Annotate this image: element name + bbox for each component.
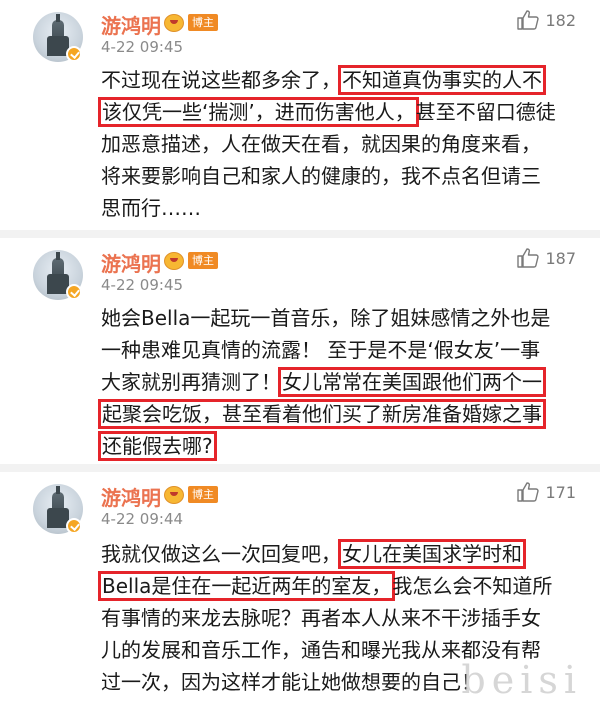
avatar-image bbox=[47, 14, 69, 56]
comment-line: 不过现在说这些都多余了，不知道真伪事实的人不 bbox=[101, 64, 546, 96]
text-segment: 她会Bella一起玩一首音乐，除了姐妹感情之外也是 bbox=[101, 306, 551, 330]
author-name[interactable]: 游鸿明 bbox=[101, 248, 161, 277]
author-badge: 博主 bbox=[188, 14, 218, 31]
divider bbox=[0, 230, 600, 238]
highlighted-text: Bella是住在一起近两年的室友， bbox=[98, 571, 396, 601]
comment-line: 加恶意描述，人在做天在看，就因果的角度来看， bbox=[101, 128, 541, 160]
highlighted-text: 该仅凭一些‘揣测’，进而伤害他人， bbox=[98, 97, 419, 127]
like-button[interactable]: 182 bbox=[517, 10, 576, 30]
author-badge: 博主 bbox=[188, 486, 218, 503]
like-count: 171 bbox=[545, 482, 576, 502]
text-segment: 加恶意描述，人在做天在看，就因果的角度来看， bbox=[101, 132, 541, 156]
verified-icon bbox=[66, 284, 82, 300]
text-segment: 将来要影响自己和家人的健康的，我不点名但请三 bbox=[101, 164, 541, 188]
comment-line: 她会Bella一起玩一首音乐，除了姐妹感情之外也是 bbox=[101, 302, 550, 334]
comment-line: Bella是住在一起近两年的室友，我怎么会不知道所 bbox=[98, 570, 553, 602]
like-count: 182 bbox=[545, 10, 576, 30]
like-button[interactable]: 187 bbox=[517, 248, 576, 268]
text-segment: 过一次，因为这样才能让她做想要的自己！ bbox=[101, 670, 481, 694]
comment-text: 她会Bella一起玩一首音乐，除了姐妹感情之外也是 一种患难见真情的流露！ 至于是… bbox=[98, 300, 579, 468]
verified-icon bbox=[66, 46, 82, 62]
comment-line: 起聚会吃饭，甚至看着他们买了新房准备婚嫁之事 bbox=[98, 398, 546, 430]
author-badge: 博主 bbox=[188, 252, 218, 269]
comment-line: 该仅凭一些‘揣测’，进而伤害他人，甚至不留口德徒 bbox=[98, 96, 556, 128]
highlighted-text: 起聚会吃饭，甚至看着他们买了新房准备婚嫁之事 bbox=[98, 399, 546, 429]
verified-icon bbox=[66, 518, 82, 534]
text-segment: 我就仅做这么一次回复吧， bbox=[101, 542, 341, 566]
thumbs-up-icon bbox=[517, 10, 540, 30]
comment-line: 一种患难见真情的流露！ 至于是不是‘假女友’一事 bbox=[101, 334, 540, 366]
timestamp: 4-22 09:45 bbox=[101, 38, 184, 56]
highlighted-text: 女儿常常在美国跟他们两个一 bbox=[278, 367, 546, 397]
comment-line: 将来要影响自己和家人的健康的，我不点名但请三 bbox=[101, 160, 541, 192]
membership-icon bbox=[164, 252, 184, 270]
comment-line: 思而行…… bbox=[101, 192, 201, 224]
divider bbox=[0, 464, 600, 472]
membership-icon bbox=[164, 486, 184, 504]
comment-item: 游鸿明 博主 4-22 09:45 187 她会Bella一起玩一首音乐，除了姐妹感情之… bbox=[0, 238, 600, 464]
author-name[interactable]: 游鸿明 bbox=[101, 482, 161, 511]
like-button[interactable]: 171 bbox=[517, 482, 576, 502]
text-segment: 一种患难见真情的流露！ 至于是不是‘假女友’一事 bbox=[101, 338, 541, 362]
comment-line: 大家就别再猜测了！女儿常常在美国跟他们两个一 bbox=[101, 366, 546, 398]
comment-line: 过一次，因为这样才能让她做想要的自己！ bbox=[101, 666, 481, 698]
like-count: 187 bbox=[545, 248, 576, 268]
thumbs-up-icon bbox=[517, 248, 540, 268]
comment-line: 有事情的来龙去脉呢？再者本人从来不干涉插手女 bbox=[101, 602, 541, 634]
highlighted-text: 还能假去哪? bbox=[98, 431, 217, 461]
comment-line: 我就仅做这么一次回复吧，女儿在美国求学时和 bbox=[101, 538, 526, 570]
comment-item: 游鸿明 博主 4-22 09:45 182 不过现在说这些都多余了，不知道真伪事实的人不… bbox=[0, 0, 600, 230]
comment-text: 不过现在说这些都多余了，不知道真伪事实的人不 该仅凭一些‘揣测’，进而伤害他人，甚… bbox=[98, 62, 579, 230]
author-name[interactable]: 游鸿明 bbox=[101, 10, 161, 39]
text-segment: 大家就别再猜测了！ bbox=[101, 370, 281, 394]
text-segment: 不过现在说这些都多余了， bbox=[101, 68, 341, 92]
timestamp: 4-22 09:45 bbox=[101, 276, 184, 294]
comment-line: 还能假去哪? bbox=[98, 430, 217, 462]
watermark: beisi bbox=[461, 658, 582, 702]
timestamp: 4-22 09:44 bbox=[101, 510, 184, 528]
highlighted-text: 不知道真伪事实的人不 bbox=[338, 65, 546, 95]
avatar-image bbox=[47, 252, 69, 294]
thumbs-up-icon bbox=[517, 482, 540, 502]
text-segment: 思而行…… bbox=[101, 196, 201, 220]
text-segment: 甚至不留口德徒 bbox=[415, 100, 556, 124]
highlighted-text: 女儿在美国求学时和 bbox=[338, 539, 526, 569]
text-segment: 我怎么会不知道所 bbox=[392, 574, 553, 598]
membership-icon bbox=[164, 14, 184, 32]
text-segment: 有事情的来龙去脉呢？再者本人从来不干涉插手女 bbox=[101, 606, 541, 630]
avatar-image bbox=[47, 486, 69, 528]
